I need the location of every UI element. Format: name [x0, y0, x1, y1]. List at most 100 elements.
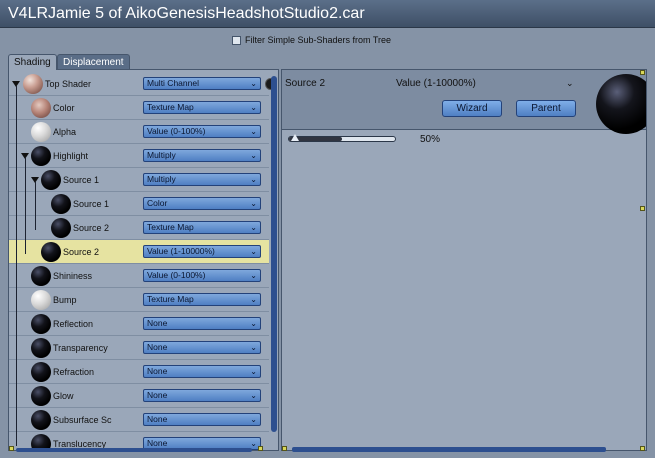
detail-horizontal-scrollbar[interactable] [292, 447, 606, 452]
shader-preview-icon [31, 314, 51, 334]
resize-corner-icon[interactable] [640, 446, 645, 451]
tree-row-label: Transparency [53, 343, 108, 353]
tree-row-label: Subsurface Sc [53, 415, 112, 425]
resize-corner-icon[interactable] [258, 446, 263, 451]
shader-type-dropdown[interactable]: None ⌄ [143, 317, 261, 330]
tree-row-transparency[interactable]: Transparency None ⌄ [9, 336, 269, 360]
chevron-double-down-icon: ⌄ [250, 271, 257, 280]
shader-type-dropdown[interactable]: Texture Map ⌄ [143, 293, 261, 306]
tree-row-shininess[interactable]: Shininess Value (0-100%) ⌄ [9, 264, 269, 288]
resize-corner-icon[interactable] [640, 206, 645, 211]
tree-row-alpha[interactable]: Alpha Value (0-100%) ⌄ [9, 120, 269, 144]
tree-row-source-2-child[interactable]: Source 2 Texture Map ⌄ [9, 216, 269, 240]
chevron-double-down-icon: ⌄ [250, 415, 257, 424]
shader-preview-icon [41, 170, 61, 190]
shader-preview-icon [51, 218, 71, 238]
shader-preview-icon [31, 122, 51, 142]
chevron-double-down-icon: ⌄ [250, 79, 257, 88]
tree-row-top-shader[interactable]: Top Shader Multi Channel ⌄ [9, 72, 276, 96]
window-title: V4LRJamie 5 of AikoGenesisHeadshotStudio… [0, 0, 655, 28]
value-slider[interactable] [288, 134, 396, 142]
tree-row-label: Source 1 [73, 199, 110, 209]
shader-tree-panel: Top Shader Multi Channel ⌄ Color Texture … [8, 69, 279, 451]
chevron-double-down-icon: ⌄ [250, 127, 257, 136]
tree-row-label: Bump [53, 295, 77, 305]
tree-row-label: Source 2 [73, 223, 110, 233]
tree-row-label: Glow [53, 391, 74, 401]
shader-type-dropdown[interactable]: Value (1-10000%) ⌄ [143, 245, 261, 258]
chevron-double-down-icon: ⌄ [250, 199, 257, 208]
resize-corner-icon[interactable] [9, 446, 14, 451]
tab-shading[interactable]: Shading [8, 54, 57, 70]
tree-row-label: Source 1 [63, 175, 100, 185]
tree-row-bump[interactable]: Bump Texture Map ⌄ [9, 288, 269, 312]
shader-type-dropdown[interactable]: Texture Map ⌄ [143, 221, 261, 234]
chevron-double-down-icon: ⌄ [250, 103, 257, 112]
shader-type-dropdown[interactable]: Multiply ⌄ [143, 173, 261, 186]
filter-checkbox[interactable] [232, 35, 241, 45]
shader-preview-icon [41, 242, 61, 262]
shader-type-dropdown[interactable]: None ⌄ [143, 341, 261, 354]
slider-thumb[interactable] [291, 134, 299, 141]
slider-value: 50% [420, 134, 441, 145]
tree-row-glow[interactable]: Glow None ⌄ [9, 384, 269, 408]
tree-row-refraction[interactable]: Refraction None ⌄ [9, 360, 269, 384]
chevron-double-down-icon[interactable]: ⌄ [566, 78, 574, 89]
detail-header: Source 2 Value (1-10000%) ⌄ Wizard Paren… [282, 70, 646, 130]
chevron-double-down-icon: ⌄ [250, 367, 257, 376]
detail-title: Source 2 [285, 78, 326, 89]
resize-corner-icon[interactable] [282, 446, 287, 451]
tree-horizontal-scrollbar[interactable] [16, 448, 252, 452]
tree-row-source-2[interactable]: Source 2 Value (1-10000%) ⌄ [9, 240, 269, 264]
shader-preview-icon [23, 74, 43, 94]
shader-preview-icon [31, 362, 51, 382]
shader-preview-icon [31, 290, 51, 310]
chevron-double-down-icon: ⌄ [250, 343, 257, 352]
shader-preview-icon [31, 98, 51, 118]
shader-preview-icon [31, 146, 51, 166]
tree-row-highlight[interactable]: Highlight Multiply ⌄ [9, 144, 269, 168]
tree-row-subsurface[interactable]: Subsurface Sc None ⌄ [9, 408, 269, 432]
filter-label: Filter Simple Sub-Shaders from Tree [245, 35, 392, 45]
shader-type-dropdown[interactable]: Value (0-100%) ⌄ [143, 269, 261, 282]
tree-row-label: Source 2 [63, 247, 100, 257]
chevron-double-down-icon: ⌄ [250, 295, 257, 304]
chevron-double-down-icon: ⌄ [250, 247, 257, 256]
tree-row-source-1-child[interactable]: Source 1 Color ⌄ [9, 192, 269, 216]
tree-row-label: Refraction [53, 367, 95, 377]
shader-preview-icon [31, 266, 51, 286]
chevron-double-down-icon: ⌄ [250, 391, 257, 400]
parent-button[interactable]: Parent [516, 100, 576, 117]
tree-row-source-1[interactable]: Source 1 Multiply ⌄ [9, 168, 269, 192]
tree-row-label: Highlight [53, 151, 89, 161]
chevron-double-down-icon: ⌄ [250, 151, 257, 160]
chevron-double-down-icon: ⌄ [250, 319, 257, 328]
detail-type: Value (1-10000%) [396, 78, 476, 89]
shader-type-dropdown[interactable]: None ⌄ [143, 365, 261, 378]
shader-type-dropdown[interactable]: Color ⌄ [143, 197, 261, 210]
shader-preview-icon [31, 338, 51, 358]
tab-displacement[interactable]: Displacement [57, 54, 130, 69]
resize-corner-icon[interactable] [640, 70, 645, 75]
chevron-double-down-icon: ⌄ [250, 439, 257, 448]
wizard-button[interactable]: Wizard [442, 100, 502, 117]
tree-connector [35, 182, 36, 230]
shader-type-dropdown[interactable]: None ⌄ [143, 389, 261, 402]
shader-preview-icon [31, 410, 51, 430]
chevron-double-down-icon: ⌄ [250, 175, 257, 184]
tree-row-label: Top Shader [45, 79, 92, 89]
shader-type-dropdown[interactable]: Texture Map ⌄ [143, 101, 261, 114]
tree-row-label: Reflection [53, 319, 94, 329]
tree-vertical-scrollbar[interactable] [271, 76, 277, 432]
tree-row-label: Shininess [53, 271, 93, 281]
tree-row-color[interactable]: Color Texture Map ⌄ [9, 96, 269, 120]
filter-simple-subshaders[interactable]: Filter Simple Sub-Shaders from Tree [232, 34, 391, 46]
tree-connector [25, 158, 26, 254]
tree-row-label: Alpha [53, 127, 77, 137]
shader-preview-icon [31, 386, 51, 406]
shader-type-dropdown[interactable]: Value (0-100%) ⌄ [143, 125, 261, 138]
shader-type-dropdown[interactable]: Multiply ⌄ [143, 149, 261, 162]
tree-row-reflection[interactable]: Reflection None ⌄ [9, 312, 269, 336]
shader-type-dropdown[interactable]: Multi Channel ⌄ [143, 77, 261, 90]
shader-type-dropdown[interactable]: None ⌄ [143, 413, 261, 426]
